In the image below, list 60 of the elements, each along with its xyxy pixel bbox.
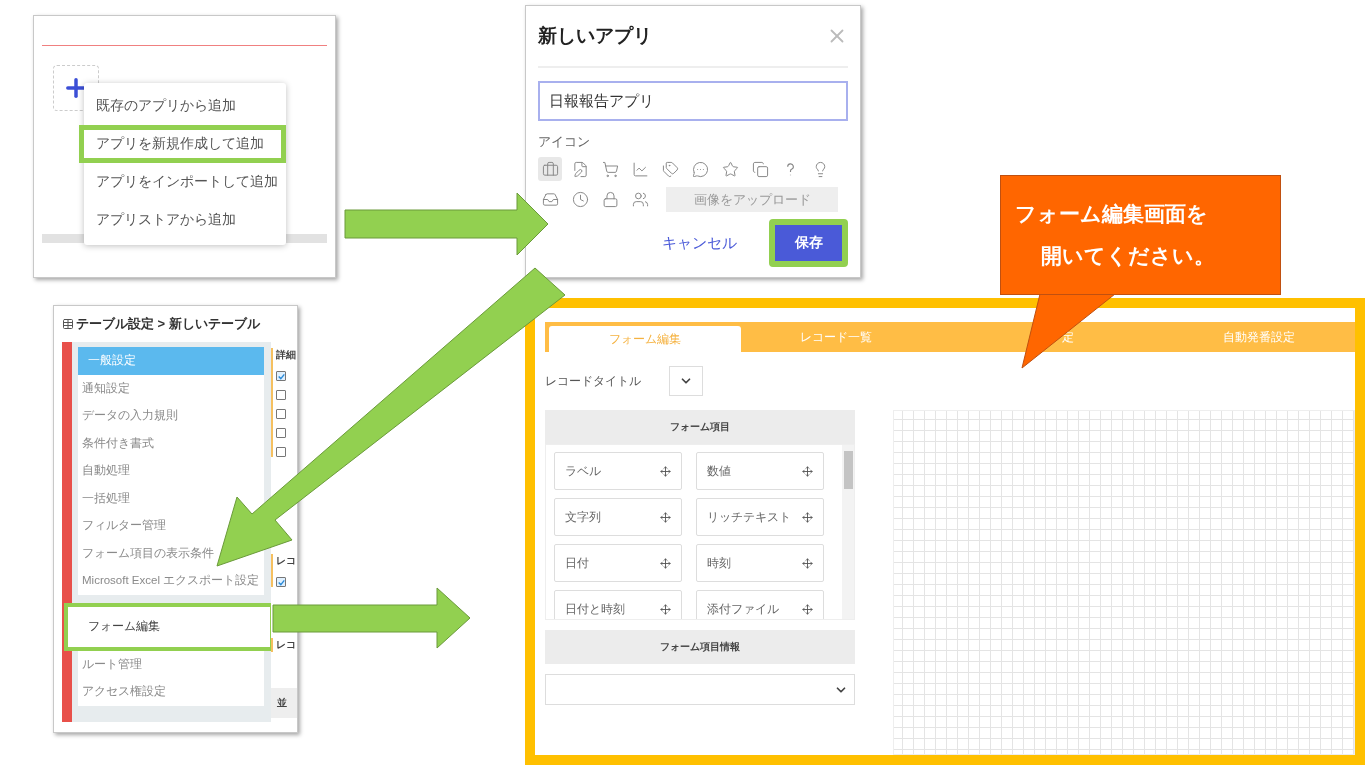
app-name-field[interactable]: 日報報告アプリ [538,81,848,121]
lock-icon [601,191,619,208]
scrollbar[interactable] [842,445,854,619]
settings-menu-item[interactable]: フォーム編集 [64,602,274,651]
move-icon [802,603,813,615]
check-icon [277,372,285,380]
copy-icon [751,160,769,178]
star-icon [721,160,739,178]
section-heading: 詳細 [276,348,297,362]
save-button[interactable]: 保存 [769,219,848,267]
edit-document-icon [571,160,589,178]
checkbox[interactable] [276,390,286,400]
callout-text: フォーム編集画面を [1015,201,1209,227]
cancel-button[interactable]: キャンセル [656,232,743,254]
move-icon [660,511,671,523]
move-icon [660,603,671,615]
form-item-tile[interactable]: 日付と時刻 [554,590,682,619]
checkbox[interactable] [276,577,286,587]
form-items-header: フォーム項目 [545,410,855,444]
record-title-select[interactable] [669,366,703,396]
tag-icon [661,160,679,178]
form-item-tile[interactable]: 日付 [554,544,682,582]
dialog-title: 新しいアプリ [538,24,652,48]
cart-icon [601,160,619,178]
menu-item[interactable]: アプリストアから追加 [84,201,286,239]
checkbox[interactable] [276,371,286,381]
briefcase-icon [541,160,559,178]
form-item-tile[interactable]: リッチテキスト [696,498,824,536]
tray-icon [541,191,559,208]
line-chart-icon [631,160,649,178]
menu-item[interactable]: 既存のアプリから追加 [84,87,286,125]
breadcrumb: テーブル設定 > 新しいテーブル [76,315,260,333]
form-item-tile[interactable]: 文字列 [554,498,682,536]
checkbox[interactable] [276,428,286,438]
chat-bubble-icon [691,160,709,178]
sort-button[interactable]: 並 [271,688,297,718]
checkbox[interactable] [276,409,286,419]
icon-label: アイコン [538,133,591,151]
icon-option[interactable] [538,157,562,181]
move-icon [660,557,671,569]
move-icon [660,465,671,477]
move-icon [802,465,813,477]
form-item-tile[interactable]: 時刻 [696,544,824,582]
people-icon [631,191,649,208]
section-heading: レコ [276,638,297,652]
form-item-tile[interactable]: 添付ファイル [696,590,824,619]
record-title-label: レコードタイトル [545,373,641,389]
form-item-tile[interactable]: 数値 [696,452,824,490]
item-info-header: フォーム項目情報 [545,630,855,664]
section-heading: レコ [276,554,297,568]
move-icon [802,557,813,569]
menu-item[interactable]: アプリを新規作成して追加 [79,125,286,163]
checkbox[interactable] [276,447,286,457]
form-item-tile[interactable]: ラベル [554,452,682,490]
move-icon [802,511,813,523]
clock-icon [571,191,589,208]
callout-text: 開いてください。 [1040,243,1216,269]
menu-item[interactable]: アプリをインポートして追加 [84,163,286,201]
check-icon [277,578,285,586]
table-icon [62,318,74,330]
